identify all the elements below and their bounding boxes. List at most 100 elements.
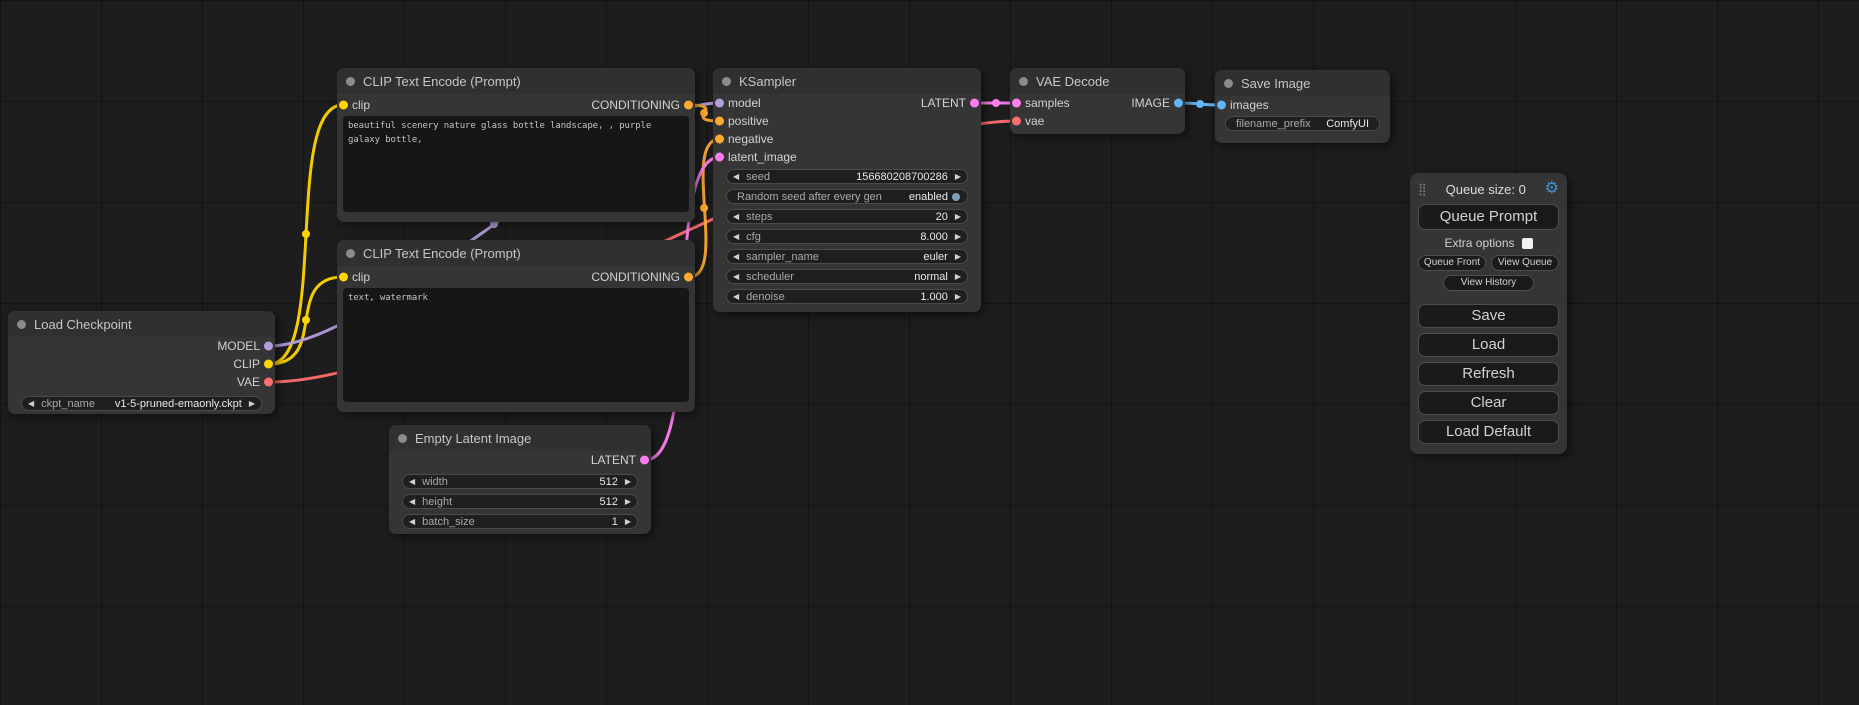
seed-widget[interactable]: ◀ seed 156680208700286 ▶: [726, 169, 968, 184]
scheduler-widget[interactable]: ◀ scheduler normal ▶: [726, 269, 968, 284]
steps-widget[interactable]: ◀ steps 20 ▶: [726, 209, 968, 224]
random-seed-toggle-widget[interactable]: Random seed after every gen enabled: [726, 189, 968, 204]
node-vae-decode[interactable]: VAE Decode samples IMAGE vae: [1010, 68, 1185, 134]
decrement-arrow-icon[interactable]: ◀: [733, 293, 739, 301]
node-clip-text-encode-positive[interactable]: CLIP Text Encode (Prompt) clip CONDITION…: [337, 68, 695, 222]
node-save-image[interactable]: Save Image images filename_prefix ComfyU…: [1215, 70, 1390, 143]
collapse-dot-icon[interactable]: [346, 77, 355, 86]
link-midpoint-dot[interactable]: [302, 316, 310, 324]
load-default-button[interactable]: Load Default: [1418, 420, 1559, 444]
node-clip-text-encode-negative[interactable]: CLIP Text Encode (Prompt) clip CONDITION…: [337, 240, 695, 412]
images-input-dot[interactable]: [1217, 101, 1226, 110]
slot-label: vae: [1025, 114, 1044, 128]
node-title-bar[interactable]: VAE Decode: [1010, 68, 1185, 94]
view-queue-button[interactable]: View Queue: [1491, 255, 1559, 271]
node-title-bar[interactable]: KSampler: [713, 68, 981, 94]
node-canvas[interactable]: Load Checkpoint MODEL CLIP VAE ◀ ckpt_na…: [0, 0, 1859, 705]
queue-menu-panel[interactable]: ⣿ Queue size: 0 ⚙ Queue Prompt Extra opt…: [1410, 173, 1567, 454]
collapse-dot-icon[interactable]: [1224, 79, 1233, 88]
queue-controls-row: Queue Front View Queue: [1418, 255, 1559, 271]
image-output-dot[interactable]: [1174, 99, 1183, 108]
queue-front-button[interactable]: Queue Front: [1418, 255, 1486, 271]
increment-arrow-icon[interactable]: ▶: [625, 498, 631, 506]
node-load-checkpoint[interactable]: Load Checkpoint MODEL CLIP VAE ◀ ckpt_na…: [8, 311, 275, 414]
vae-output-dot[interactable]: [264, 378, 273, 387]
view-history-button[interactable]: View History: [1443, 275, 1533, 291]
increment-arrow-icon[interactable]: ▶: [625, 518, 631, 526]
decrement-arrow-icon[interactable]: ◀: [28, 400, 34, 408]
decrement-arrow-icon[interactable]: ◀: [733, 213, 739, 221]
node-title-bar[interactable]: Save Image: [1215, 70, 1390, 96]
collapse-dot-icon[interactable]: [346, 249, 355, 258]
decrement-arrow-icon[interactable]: ◀: [733, 253, 739, 261]
increment-arrow-icon[interactable]: ▶: [955, 293, 961, 301]
node-empty-latent-image[interactable]: Empty Latent Image LATENT ◀ width 512 ▶ …: [389, 425, 651, 534]
link-midpoint-dot[interactable]: [302, 230, 310, 238]
filename-prefix-widget[interactable]: filename_prefix ComfyUI: [1225, 116, 1380, 131]
node-title-bar[interactable]: CLIP Text Encode (Prompt): [337, 240, 695, 266]
gear-icon[interactable]: ⚙: [1545, 181, 1559, 197]
slot-row: model LATENT: [713, 94, 981, 112]
save-button[interactable]: Save: [1418, 304, 1559, 328]
decrement-arrow-icon[interactable]: ◀: [409, 518, 415, 526]
collapse-dot-icon[interactable]: [1019, 77, 1028, 86]
denoise-widget[interactable]: ◀ denoise 1.000 ▶: [726, 289, 968, 304]
increment-arrow-icon[interactable]: ▶: [955, 273, 961, 281]
increment-arrow-icon[interactable]: ▶: [955, 253, 961, 261]
decrement-arrow-icon[interactable]: ◀: [733, 173, 739, 181]
samples-input-dot[interactable]: [1012, 99, 1021, 108]
increment-arrow-icon[interactable]: ▶: [625, 478, 631, 486]
positive-prompt-textarea[interactable]: beautiful scenery nature glass bottle la…: [343, 116, 689, 212]
increment-arrow-icon[interactable]: ▶: [249, 400, 255, 408]
collapse-dot-icon[interactable]: [398, 434, 407, 443]
link-midpoint-dot[interactable]: [700, 109, 708, 117]
node-title-bar[interactable]: Load Checkpoint: [8, 311, 275, 337]
drag-handle-icon[interactable]: ⣿: [1418, 182, 1427, 196]
node-ksampler[interactable]: KSampler model LATENT positive negative …: [713, 68, 981, 312]
link-midpoint-dot[interactable]: [1196, 100, 1204, 108]
negative-prompt-textarea[interactable]: text, watermark: [343, 288, 689, 402]
refresh-button[interactable]: Refresh: [1418, 362, 1559, 386]
increment-arrow-icon[interactable]: ▶: [955, 213, 961, 221]
latent-output-dot[interactable]: [970, 99, 979, 108]
link-midpoint-dot[interactable]: [700, 204, 708, 212]
increment-arrow-icon[interactable]: ▶: [955, 173, 961, 181]
toggle-dot-icon[interactable]: [952, 193, 960, 201]
positive-input-dot[interactable]: [715, 117, 724, 126]
decrement-arrow-icon[interactable]: ◀: [733, 273, 739, 281]
height-widget[interactable]: ◀ height 512 ▶: [402, 494, 638, 509]
decrement-arrow-icon[interactable]: ◀: [733, 233, 739, 241]
extra-options-checkbox[interactable]: [1522, 238, 1533, 249]
latent-output-dot[interactable]: [640, 456, 649, 465]
link-midpoint-dot[interactable]: [992, 99, 1000, 107]
collapse-dot-icon[interactable]: [722, 77, 731, 86]
collapse-dot-icon[interactable]: [17, 320, 26, 329]
slot-label: CLIP: [233, 357, 260, 371]
decrement-arrow-icon[interactable]: ◀: [409, 498, 415, 506]
widget-name: ckpt_name: [41, 398, 95, 410]
extra-options-label: Extra options: [1444, 236, 1514, 250]
node-title-bar[interactable]: CLIP Text Encode (Prompt): [337, 68, 695, 94]
widget-value: ComfyUI: [1326, 118, 1369, 130]
clip-input-dot[interactable]: [339, 101, 348, 110]
model-output-dot[interactable]: [264, 342, 273, 351]
clip-input-dot[interactable]: [339, 273, 348, 282]
cfg-widget[interactable]: ◀ cfg 8.000 ▶: [726, 229, 968, 244]
width-widget[interactable]: ◀ width 512 ▶: [402, 474, 638, 489]
model-input-dot[interactable]: [715, 99, 724, 108]
node-title-bar[interactable]: Empty Latent Image: [389, 425, 651, 451]
batch-size-widget[interactable]: ◀ batch_size 1 ▶: [402, 514, 638, 529]
conditioning-output-dot[interactable]: [684, 101, 693, 110]
latent-image-input-dot[interactable]: [715, 153, 724, 162]
decrement-arrow-icon[interactable]: ◀: [409, 478, 415, 486]
conditioning-output-dot[interactable]: [684, 273, 693, 282]
negative-input-dot[interactable]: [715, 135, 724, 144]
ckpt-name-widget[interactable]: ◀ ckpt_name v1-5-pruned-emaonly.ckpt ▶: [21, 396, 262, 411]
increment-arrow-icon[interactable]: ▶: [955, 233, 961, 241]
clear-button[interactable]: Clear: [1418, 391, 1559, 415]
load-button[interactable]: Load: [1418, 333, 1559, 357]
sampler-name-widget[interactable]: ◀ sampler_name euler ▶: [726, 249, 968, 264]
clip-output-dot[interactable]: [264, 360, 273, 369]
vae-input-dot[interactable]: [1012, 117, 1021, 126]
queue-prompt-button[interactable]: Queue Prompt: [1418, 204, 1559, 230]
